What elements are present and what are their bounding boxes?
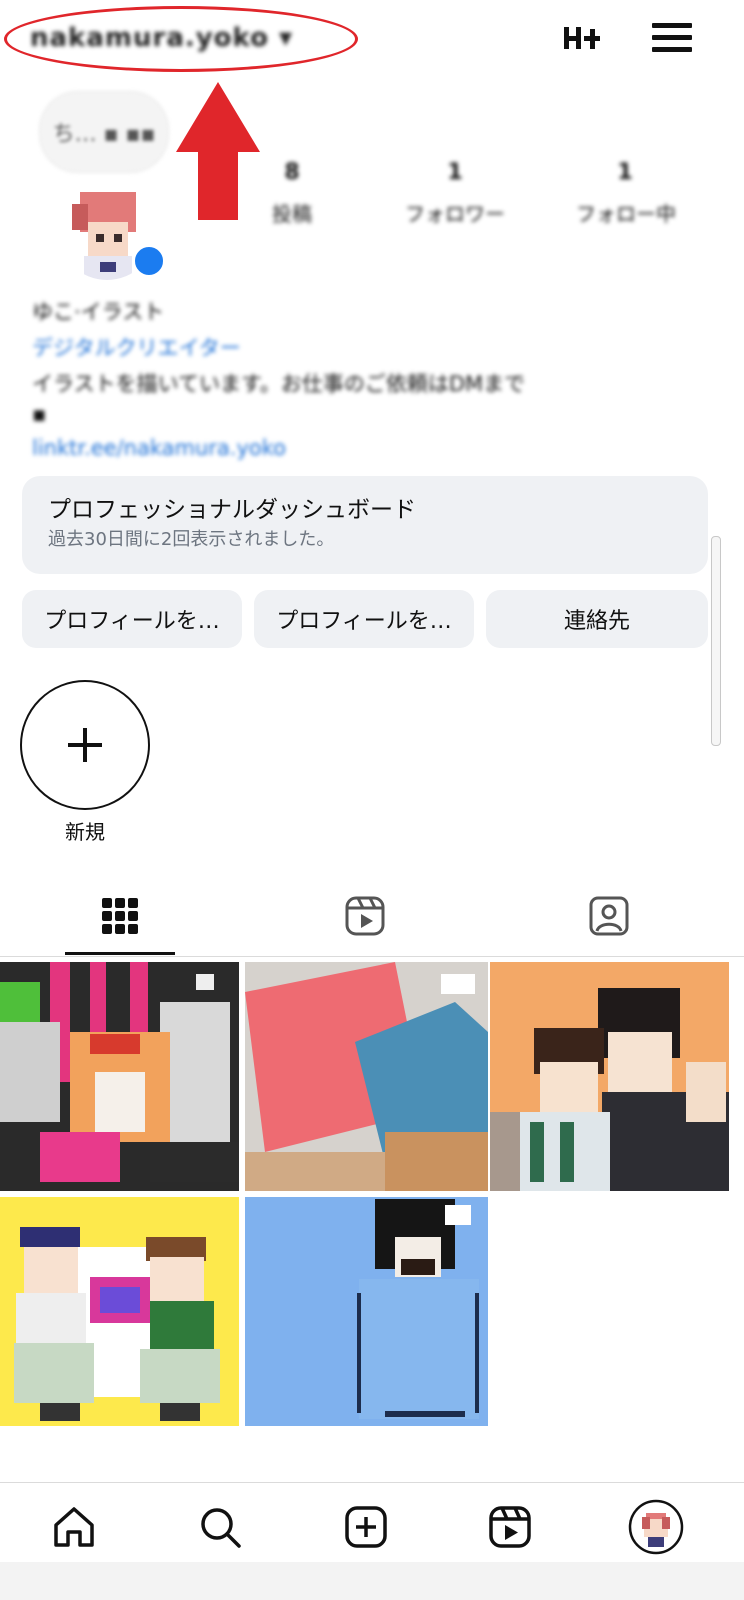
stat-following-value: 1 — [617, 160, 633, 185]
profile-category[interactable]: デジタルクリエイター — [32, 332, 241, 362]
threads-icon[interactable] — [556, 14, 608, 62]
tab-reels[interactable] — [310, 880, 420, 952]
profile-bio-text: イラストを描いています。お仕事のご依頼はDMまで — [32, 372, 526, 396]
nav-search[interactable] — [172, 1483, 268, 1571]
nav-profile[interactable] — [608, 1483, 704, 1571]
profile-link[interactable]: linktr.ee/nakamura.yoko — [32, 436, 286, 460]
system-gesture-bar — [0, 1562, 744, 1600]
search-icon — [201, 1508, 241, 1548]
create-icon — [345, 1506, 387, 1548]
post-3[interactable] — [490, 962, 729, 1191]
professional-dashboard-card[interactable]: プロフェッショナルダッシュボード 過去30日間に2回表示されました。 — [22, 476, 708, 574]
nav-create[interactable] — [318, 1483, 414, 1571]
verified-badge — [132, 244, 166, 278]
scrollbar-thumb[interactable] — [711, 536, 721, 746]
edit-profile-button[interactable]: プロフィールを… — [22, 590, 242, 648]
stat-posts-label[interactable]: 投稿 — [252, 198, 332, 227]
home-icon — [54, 1507, 94, 1547]
tab-grid[interactable] — [65, 880, 175, 952]
post-5[interactable] — [245, 1197, 488, 1426]
hamburger-menu-icon[interactable] — [644, 14, 700, 62]
stat-followers-label[interactable]: フォロワー — [388, 198, 522, 227]
tagged-icon — [589, 896, 629, 936]
profile-bio-text-2: ▪ — [32, 402, 47, 426]
contact-button[interactable]: 連絡先 — [486, 590, 708, 648]
reels-icon — [489, 1506, 531, 1548]
plus-icon — [68, 728, 102, 762]
nav-reels[interactable] — [462, 1483, 558, 1571]
stat-following-label[interactable]: フォロー中 — [556, 198, 696, 227]
tab-divider — [0, 956, 744, 957]
tab-tagged[interactable] — [554, 880, 664, 952]
stat-posts-value: 8 — [284, 160, 300, 185]
profile-note-bubble[interactable]: ち… ▪ ▪▪ — [40, 92, 168, 172]
grid-icon — [102, 898, 138, 934]
post-1[interactable] — [0, 962, 239, 1191]
reels-icon — [345, 896, 385, 936]
post-2[interactable] — [245, 962, 488, 1191]
nav-home[interactable] — [26, 1483, 122, 1571]
dashboard-title: プロフェッショナルダッシュボード — [48, 497, 416, 523]
new-highlight-label: 新規 — [65, 820, 105, 844]
dashboard-subtitle: 過去30日間に2回表示されました。 — [48, 529, 335, 550]
annotation-ellipse — [4, 6, 358, 72]
bottom-navigation — [0, 1482, 744, 1571]
share-profile-button[interactable]: プロフィールを… — [254, 590, 474, 648]
post-4[interactable] — [0, 1197, 239, 1426]
active-tab-indicator — [65, 952, 175, 955]
profile-display-name: ゆこ·イラスト — [32, 300, 165, 324]
new-highlight-button[interactable] — [20, 680, 150, 810]
annotation-arrow-up — [176, 82, 260, 220]
stat-followers-value: 1 — [447, 160, 463, 185]
profile-avatar — [628, 1499, 684, 1555]
profile-note-text: ち… ▪ ▪▪ — [52, 122, 156, 147]
